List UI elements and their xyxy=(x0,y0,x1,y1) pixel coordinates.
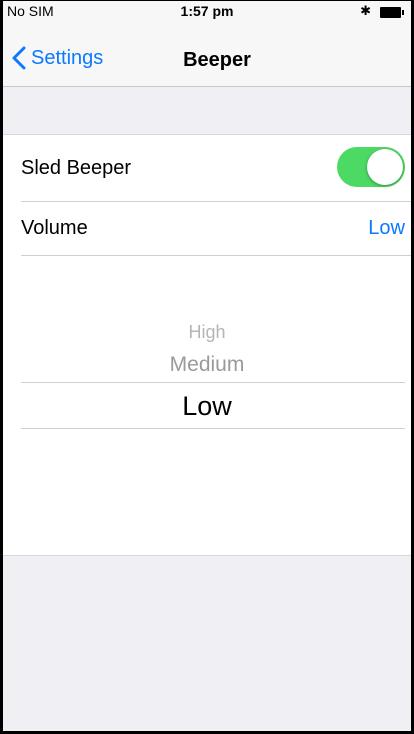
battery-icon xyxy=(380,7,404,18)
picker-selection-bottom-line xyxy=(21,428,405,429)
page-title: Beeper xyxy=(183,49,251,71)
sled-beeper-row: Sled Beeper xyxy=(3,135,411,201)
volume-row[interactable]: Volume Low xyxy=(3,201,411,255)
section-spacer xyxy=(3,88,411,134)
navigation-bar: Settings Beeper xyxy=(3,23,411,87)
toggle-knob xyxy=(367,149,403,185)
sled-beeper-toggle[interactable] xyxy=(337,147,405,187)
picker-selection-top-line xyxy=(21,382,405,383)
sled-beeper-label: Sled Beeper xyxy=(21,156,132,179)
bluetooth-icon: ✱ xyxy=(360,3,371,18)
settings-group: Sled Beeper Volume Low High Medium Low xyxy=(3,134,411,556)
status-bar: No SIM 1:57 pm ✱ xyxy=(3,1,411,23)
volume-picker[interactable]: High Medium Low xyxy=(3,256,411,556)
phone-screen: No SIM 1:57 pm ✱ Settings Beeper Sled Be… xyxy=(0,0,414,734)
volume-label: Volume xyxy=(21,216,88,239)
volume-value: Low xyxy=(368,216,405,239)
picker-option-low[interactable]: Low xyxy=(3,391,411,422)
picker-option-high[interactable]: High xyxy=(3,322,411,343)
status-time: 1:57 pm xyxy=(180,3,234,19)
picker-option-medium[interactable]: Medium xyxy=(3,353,411,377)
